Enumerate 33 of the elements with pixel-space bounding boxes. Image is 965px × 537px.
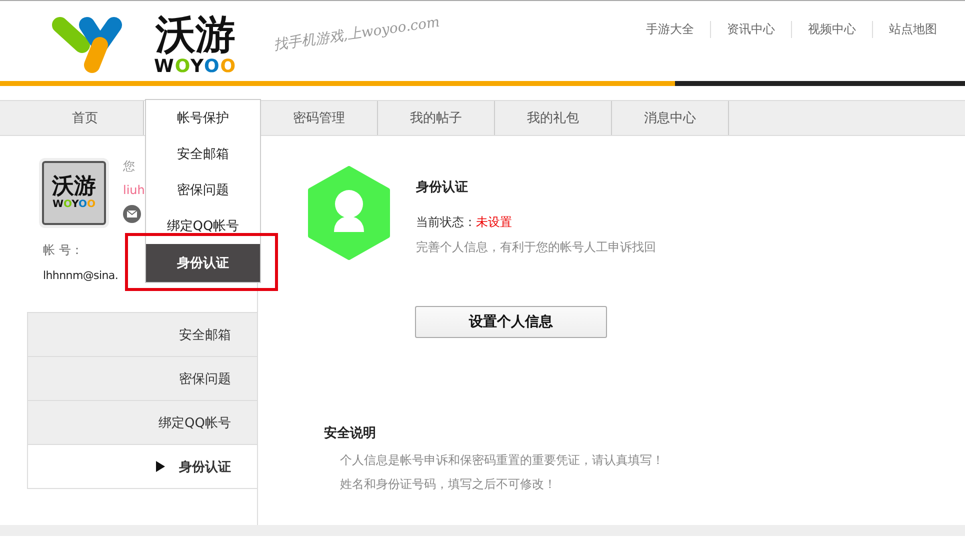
section-title: 身份认证 xyxy=(416,179,469,196)
avatar: 沃游 WOYOO xyxy=(39,158,109,228)
dropdown-item[interactable]: 安全邮箱 xyxy=(146,136,260,172)
mail-icon xyxy=(123,205,141,223)
note-text: 姓名和身份证号码，填写之后不可修改！ xyxy=(340,478,557,490)
dropdown-item[interactable]: 密保问题 xyxy=(146,172,260,208)
dropdown-item[interactable]: 帐号保护 xyxy=(146,100,260,136)
wordmark: WOYOO xyxy=(52,199,96,211)
status-text: 当前状态：未设置 xyxy=(416,214,513,231)
notes-title: 安全说明 xyxy=(324,424,377,442)
account-email: lhhnnm@sina. xyxy=(43,269,120,282)
nav-tab[interactable]: 消息中心 xyxy=(612,101,729,135)
dropdown-item[interactable]: 身份认证 xyxy=(146,244,260,282)
user-hexagon-icon xyxy=(308,166,390,260)
account-label: 帐 号： xyxy=(43,242,84,259)
nav-tab[interactable]: 我的礼包 xyxy=(495,101,612,135)
side-menu-item[interactable]: 安全邮箱 xyxy=(28,313,257,356)
top-link[interactable]: 视频中心 xyxy=(791,21,872,38)
top-link[interactable]: 资讯中心 xyxy=(710,21,791,38)
top-link[interactable]: 站点地图 xyxy=(872,21,953,38)
nav-tab[interactable]: 我的帖子 xyxy=(378,101,495,135)
dropdown-item[interactable]: 绑定QQ帐号 xyxy=(146,208,260,244)
top-link[interactable]: 手游大全 xyxy=(630,21,710,38)
triangle-icon xyxy=(156,461,165,472)
side-menu-item[interactable]: 绑定QQ帐号 xyxy=(28,400,257,444)
side-menu-item[interactable]: 密保问题 xyxy=(28,356,257,400)
set-info-button[interactable]: 设置个人信息 xyxy=(415,306,607,338)
wordmark: WOYOO xyxy=(154,57,237,77)
logo-name: 沃游 xyxy=(155,13,236,57)
greeting: 您 xyxy=(123,158,136,175)
description: 完善个人信息，有利于您的帐号人工申诉找回 xyxy=(416,239,656,256)
tagline: 找手机游戏,上woyoo.com xyxy=(272,13,440,55)
note-text: 个人信息是帐号申诉和保密码重置的重要凭证，请认真填写！ xyxy=(340,454,665,466)
